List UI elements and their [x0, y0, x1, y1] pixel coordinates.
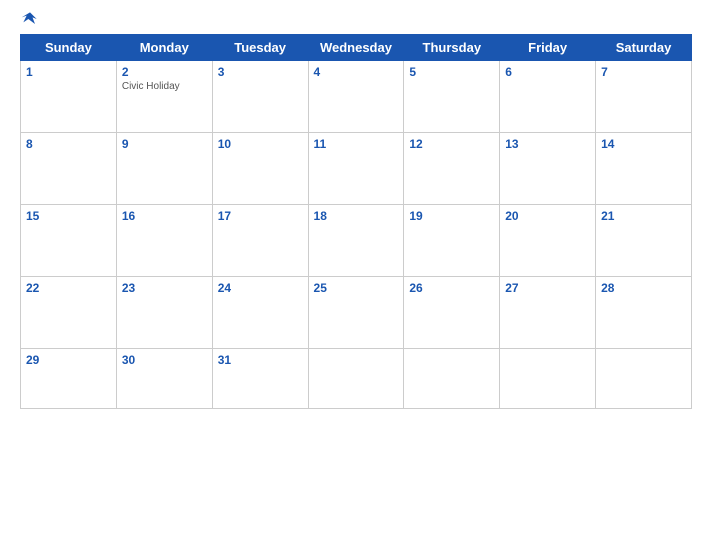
calendar-cell: 2 Civic Holiday	[116, 61, 212, 133]
weekday-header-tuesday: Tuesday	[212, 35, 308, 61]
weekday-header-saturday: Saturday	[596, 35, 692, 61]
calendar-cell: 31	[212, 349, 308, 409]
logo	[20, 10, 44, 28]
calendar-cell: 6	[500, 61, 596, 133]
weekday-header-wednesday: Wednesday	[308, 35, 404, 61]
day-number: 21	[601, 209, 686, 223]
day-number: 1	[26, 65, 111, 79]
calendar-week-4: 22 23 24 25 26 27 28	[21, 277, 692, 349]
logo-bird-icon	[20, 10, 40, 28]
calendar-cell: 11	[308, 133, 404, 205]
calendar-cell: 15	[21, 205, 117, 277]
calendar-cell	[404, 349, 500, 409]
calendar-cell: 21	[596, 205, 692, 277]
weekday-header-thursday: Thursday	[404, 35, 500, 61]
calendar-cell	[308, 349, 404, 409]
calendar-cell: 26	[404, 277, 500, 349]
day-number: 10	[218, 137, 303, 151]
day-number: 4	[314, 65, 399, 79]
day-number: 15	[26, 209, 111, 223]
calendar-cell: 7	[596, 61, 692, 133]
calendar-cell: 17	[212, 205, 308, 277]
calendar-week-2: 89 10 11 12 13 14	[21, 133, 692, 205]
day-number: 6	[505, 65, 590, 79]
day-number: 24	[218, 281, 303, 295]
day-number: 27	[505, 281, 590, 295]
weekday-header-monday: Monday	[116, 35, 212, 61]
calendar-cell: 3	[212, 61, 308, 133]
calendar-header-row: SundayMondayTuesdayWednesdayThursdayFrid…	[21, 35, 692, 61]
calendar-cell: 4	[308, 61, 404, 133]
calendar-cell: 22	[21, 277, 117, 349]
calendar-week-5: 29 30 31	[21, 349, 692, 409]
weekday-header-friday: Friday	[500, 35, 596, 61]
day-number: 7	[601, 65, 686, 79]
calendar-cell: 29	[21, 349, 117, 409]
calendar-cell: 27	[500, 277, 596, 349]
day-number: 26	[409, 281, 494, 295]
day-number: 3	[218, 65, 303, 79]
day-number: 30	[122, 353, 207, 367]
calendar-cell	[596, 349, 692, 409]
day-number: 14	[601, 137, 686, 151]
day-number: 19	[409, 209, 494, 223]
calendar-body: 12Civic Holiday3456789101112131415161718…	[21, 61, 692, 409]
calendar-cell: 1	[21, 61, 117, 133]
calendar-cell: 23	[116, 277, 212, 349]
day-number: 31	[218, 353, 303, 367]
calendar-cell: 18	[308, 205, 404, 277]
day-number: 28	[601, 281, 686, 295]
calendar-cell: 24	[212, 277, 308, 349]
weekday-header-row: SundayMondayTuesdayWednesdayThursdayFrid…	[21, 35, 692, 61]
day-number: 5	[409, 65, 494, 79]
day-number: 22	[26, 281, 111, 295]
day-number: 18	[314, 209, 399, 223]
calendar-table: SundayMondayTuesdayWednesdayThursdayFrid…	[20, 34, 692, 409]
day-number: 20	[505, 209, 590, 223]
calendar-cell: 19	[404, 205, 500, 277]
day-number: 17	[218, 209, 303, 223]
day-number: 2	[122, 65, 207, 79]
calendar-cell: 14	[596, 133, 692, 205]
holiday-label: Civic Holiday	[122, 81, 207, 92]
calendar-cell: 25	[308, 277, 404, 349]
day-number: 11	[314, 137, 399, 151]
day-number: 8	[26, 137, 111, 151]
day-number: 12	[409, 137, 494, 151]
calendar-cell: 30	[116, 349, 212, 409]
calendar-week-1: 12 Civic Holiday 34567	[21, 61, 692, 133]
calendar-cell: 12	[404, 133, 500, 205]
calendar-cell: 8	[21, 133, 117, 205]
day-number: 16	[122, 209, 207, 223]
calendar-cell: 16	[116, 205, 212, 277]
calendar-cell	[500, 349, 596, 409]
calendar-cell: 9	[116, 133, 212, 205]
day-number: 29	[26, 353, 111, 367]
day-number: 25	[314, 281, 399, 295]
day-number: 23	[122, 281, 207, 295]
day-number: 9	[122, 137, 207, 151]
calendar-week-3: 15 16 17 18 19 20 21	[21, 205, 692, 277]
calendar-cell: 13	[500, 133, 596, 205]
calendar-cell: 28	[596, 277, 692, 349]
day-number: 13	[505, 137, 590, 151]
calendar-header	[20, 10, 692, 28]
weekday-header-sunday: Sunday	[21, 35, 117, 61]
calendar-cell: 20	[500, 205, 596, 277]
calendar-cell: 5	[404, 61, 500, 133]
calendar-cell: 10	[212, 133, 308, 205]
